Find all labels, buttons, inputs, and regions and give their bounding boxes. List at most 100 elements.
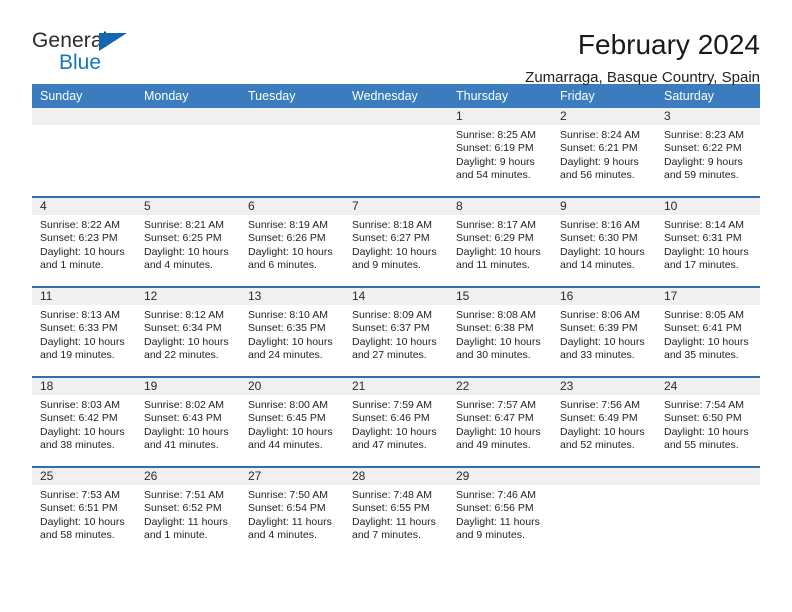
day-number: 20	[240, 378, 344, 395]
calendar-day-cell[interactable]: 2 Sunrise: 8:24 AM Sunset: 6:21 PM Daylight…	[552, 108, 656, 197]
general-blue-logo[interactable]: General Blue	[32, 30, 152, 82]
page-header: General Blue February 2024 Zumarraga, Ba…	[32, 0, 760, 87]
sunset-text: Sunset: 6:26 PM	[248, 232, 326, 245]
weekday-header-sunday: Sunday	[32, 84, 136, 108]
day-number: 4	[32, 198, 136, 215]
sunrise-text: Sunrise: 8:10 AM	[248, 309, 328, 321]
calendar-week-row: 4 Sunrise: 8:22 AM Sunset: 6:23 PM Daylight…	[32, 196, 760, 287]
sunrise-text: Sunrise: 8:12 AM	[144, 309, 224, 321]
sunrise-text: Sunrise: 8:13 AM	[40, 309, 120, 321]
sunrise-text: Sunrise: 8:16 AM	[560, 219, 640, 231]
daylight-text: Daylight: 10 hours and 4 minutes.	[144, 245, 229, 271]
calendar-day-cell[interactable]: 27 Sunrise: 7:50 AM Sunset: 6:54 PM Dayligh…	[240, 466, 344, 556]
day-details: Sunrise: 8:02 AM Sunset: 6:43 PM Daylight:…	[136, 395, 240, 452]
logo-text-blue: Blue	[59, 51, 102, 74]
day-cell-inner	[552, 468, 656, 556]
calendar-day-cell[interactable]: 10 Sunrise: 8:14 AM Sunset: 6:31 PM Dayligh…	[656, 196, 760, 287]
day-details: Sunrise: 8:03 AM Sunset: 6:42 PM Daylight:…	[32, 395, 136, 452]
location-subtitle: Zumarraga, Basque Country, Spain	[525, 69, 760, 87]
calendar-day-cell[interactable]: 4 Sunrise: 8:22 AM Sunset: 6:23 PM Daylight…	[32, 196, 136, 287]
day-details: Sunrise: 8:14 AM Sunset: 6:31 PM Daylight:…	[656, 215, 760, 272]
sunrise-text: Sunrise: 8:24 AM	[560, 129, 640, 141]
day-details: Sunrise: 7:46 AM Sunset: 6:56 PM Daylight:…	[448, 485, 552, 542]
day-number: 29	[448, 468, 552, 485]
day-number: 9	[552, 198, 656, 215]
calendar-day-cell[interactable]: 28 Sunrise: 7:48 AM Sunset: 6:55 PM Dayligh…	[344, 466, 448, 556]
page-title: February 2024	[577, 29, 760, 60]
calendar-day-cell[interactable]: 25 Sunrise: 7:53 AM Sunset: 6:51 PM Dayligh…	[32, 466, 136, 556]
calendar-day-cell[interactable]: 12 Sunrise: 8:12 AM Sunset: 6:34 PM Dayligh…	[136, 286, 240, 377]
day-number: 21	[344, 378, 448, 395]
calendar-day-cell[interactable]: 19 Sunrise: 8:02 AM Sunset: 6:43 PM Dayligh…	[136, 376, 240, 467]
sunrise-text: Sunrise: 8:14 AM	[664, 219, 744, 231]
sunset-text: Sunset: 6:47 PM	[456, 412, 534, 425]
day-number	[136, 108, 240, 125]
calendar-day-cell[interactable]: 16 Sunrise: 8:06 AM Sunset: 6:39 PM Dayligh…	[552, 286, 656, 377]
daylight-text: Daylight: 10 hours and 44 minutes.	[248, 425, 333, 451]
calendar-day-cell[interactable]: 5 Sunrise: 8:21 AM Sunset: 6:25 PM Daylight…	[136, 196, 240, 287]
calendar-day-cell[interactable]: 18 Sunrise: 8:03 AM Sunset: 6:42 PM Dayligh…	[32, 376, 136, 467]
daylight-text: Daylight: 11 hours and 4 minutes.	[248, 515, 332, 541]
day-number: 26	[136, 468, 240, 485]
calendar-day-cell[interactable]: 13 Sunrise: 8:10 AM Sunset: 6:35 PM Dayligh…	[240, 286, 344, 377]
calendar-day-cell[interactable]: 11 Sunrise: 8:13 AM Sunset: 6:33 PM Dayligh…	[32, 286, 136, 377]
day-details: Sunrise: 7:56 AM Sunset: 6:49 PM Daylight:…	[552, 395, 656, 452]
day-number: 2	[552, 108, 656, 125]
day-details: Sunrise: 8:06 AM Sunset: 6:39 PM Daylight:…	[552, 305, 656, 362]
day-cell-inner: 25 Sunrise: 7:53 AM Sunset: 6:51 PM Dayligh…	[32, 468, 136, 556]
day-cell-inner: 17 Sunrise: 8:05 AM Sunset: 6:41 PM Dayligh…	[656, 288, 760, 376]
day-cell-inner: 2 Sunrise: 8:24 AM Sunset: 6:21 PM Daylight…	[552, 108, 656, 196]
daylight-text: Daylight: 10 hours and 1 minute.	[40, 245, 125, 271]
sunrise-sunset-calendar: Sunday Monday Tuesday Wednesday Thursday…	[32, 84, 760, 556]
sunrise-text: Sunrise: 8:05 AM	[664, 309, 744, 321]
calendar-day-cell[interactable]: 29 Sunrise: 7:46 AM Sunset: 6:56 PM Dayligh…	[448, 466, 552, 556]
sunrise-text: Sunrise: 7:54 AM	[664, 399, 744, 411]
day-number: 13	[240, 288, 344, 305]
day-details: Sunrise: 8:18 AM Sunset: 6:27 PM Daylight:…	[344, 215, 448, 272]
calendar-day-cell[interactable]: 14 Sunrise: 8:09 AM Sunset: 6:37 PM Dayligh…	[344, 286, 448, 377]
day-number	[656, 468, 760, 485]
sunset-text: Sunset: 6:27 PM	[352, 232, 430, 245]
calendar-day-cell[interactable]: 7 Sunrise: 8:18 AM Sunset: 6:27 PM Daylight…	[344, 196, 448, 287]
day-cell-inner: 9 Sunrise: 8:16 AM Sunset: 6:30 PM Daylight…	[552, 198, 656, 286]
sunset-text: Sunset: 6:30 PM	[560, 232, 638, 245]
calendar-day-cell[interactable]: 6 Sunrise: 8:19 AM Sunset: 6:26 PM Daylight…	[240, 196, 344, 287]
day-number: 3	[656, 108, 760, 125]
sunset-text: Sunset: 6:49 PM	[560, 412, 638, 425]
sunset-text: Sunset: 6:52 PM	[144, 502, 222, 515]
day-details: Sunrise: 8:17 AM Sunset: 6:29 PM Daylight:…	[448, 215, 552, 272]
calendar-day-cell[interactable]: 15 Sunrise: 8:08 AM Sunset: 6:38 PM Dayligh…	[448, 286, 552, 377]
calendar-day-cell[interactable]: 23 Sunrise: 7:56 AM Sunset: 6:49 PM Dayligh…	[552, 376, 656, 467]
calendar-day-cell[interactable]: 1 Sunrise: 8:25 AM Sunset: 6:19 PM Daylight…	[448, 108, 552, 197]
sunset-text: Sunset: 6:39 PM	[560, 322, 638, 335]
day-cell-inner	[344, 108, 448, 196]
sunrise-text: Sunrise: 7:57 AM	[456, 399, 536, 411]
calendar-day-cell[interactable]: 20 Sunrise: 8:00 AM Sunset: 6:45 PM Dayligh…	[240, 376, 344, 467]
calendar-day-cell[interactable]: 9 Sunrise: 8:16 AM Sunset: 6:30 PM Daylight…	[552, 196, 656, 287]
calendar-day-cell[interactable]: 17 Sunrise: 8:05 AM Sunset: 6:41 PM Dayligh…	[656, 286, 760, 377]
calendar-day-cell-empty	[344, 108, 448, 197]
day-details: Sunrise: 7:59 AM Sunset: 6:46 PM Daylight:…	[344, 395, 448, 452]
day-cell-inner: 27 Sunrise: 7:50 AM Sunset: 6:54 PM Dayligh…	[240, 468, 344, 556]
sunset-text: Sunset: 6:23 PM	[40, 232, 118, 245]
calendar-week-row: 11 Sunrise: 8:13 AM Sunset: 6:33 PM Dayligh…	[32, 286, 760, 377]
day-details: Sunrise: 8:24 AM Sunset: 6:21 PM Daylight:…	[552, 125, 656, 182]
calendar-day-cell[interactable]: 8 Sunrise: 8:17 AM Sunset: 6:29 PM Daylight…	[448, 196, 552, 287]
day-details: Sunrise: 8:00 AM Sunset: 6:45 PM Daylight:…	[240, 395, 344, 452]
calendar-day-cell[interactable]: 24 Sunrise: 7:54 AM Sunset: 6:50 PM Dayligh…	[656, 376, 760, 467]
calendar-day-cell[interactable]: 21 Sunrise: 7:59 AM Sunset: 6:46 PM Dayligh…	[344, 376, 448, 467]
day-number: 19	[136, 378, 240, 395]
sunrise-text: Sunrise: 8:00 AM	[248, 399, 328, 411]
day-details: Sunrise: 8:09 AM Sunset: 6:37 PM Daylight:…	[344, 305, 448, 362]
sunset-text: Sunset: 6:56 PM	[456, 502, 534, 515]
day-cell-inner: 11 Sunrise: 8:13 AM Sunset: 6:33 PM Dayligh…	[32, 288, 136, 376]
calendar-day-cell[interactable]: 3 Sunrise: 8:23 AM Sunset: 6:22 PM Daylight…	[656, 108, 760, 197]
day-number: 24	[656, 378, 760, 395]
calendar-day-cell[interactable]: 22 Sunrise: 7:57 AM Sunset: 6:47 PM Dayligh…	[448, 376, 552, 467]
calendar-day-cell[interactable]: 26 Sunrise: 7:51 AM Sunset: 6:52 PM Dayligh…	[136, 466, 240, 556]
weekday-header-thursday: Thursday	[448, 84, 552, 108]
calendar-week-row: 1 Sunrise: 8:25 AM Sunset: 6:19 PM Daylight…	[32, 108, 760, 197]
sunrise-text: Sunrise: 8:02 AM	[144, 399, 224, 411]
sunset-text: Sunset: 6:50 PM	[664, 412, 742, 425]
daylight-text: Daylight: 10 hours and 38 minutes.	[40, 425, 125, 451]
